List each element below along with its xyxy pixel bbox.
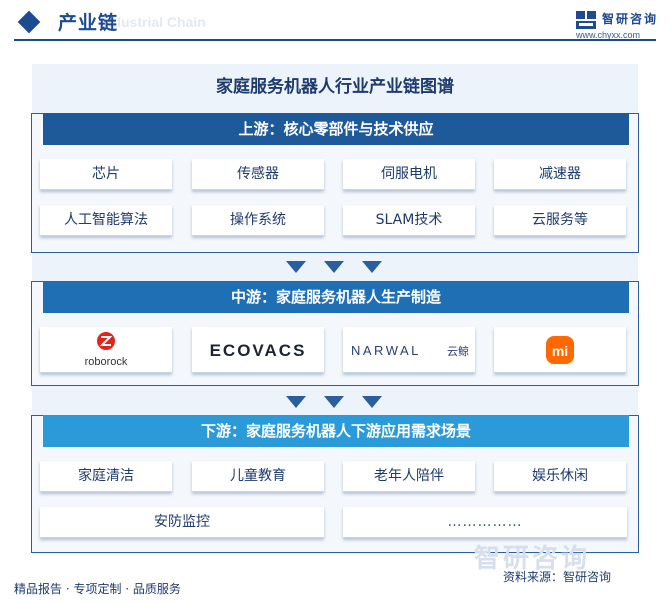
flow-arrow-icon (362, 396, 382, 408)
upstream-item: 伺服电机 (343, 159, 475, 190)
brand-card-roborock: roborock (40, 327, 172, 373)
upstream-item: 云服务等 (494, 205, 626, 236)
downstream-item: 娱乐休闲 (494, 461, 626, 492)
upstream-item: 人工智能算法 (40, 205, 172, 236)
xiaomi-logo: mi (546, 336, 574, 364)
downstream-item: 安防监控 (40, 507, 324, 538)
header-divider (14, 39, 656, 41)
upstream-item: 减速器 (494, 159, 626, 190)
roborock-logo: roborock (85, 332, 128, 368)
footer-source: 资料来源：智研咨询 (503, 570, 612, 584)
xiaomi-wordmark: mi (552, 343, 568, 359)
brand-name: 智研咨询 (602, 12, 659, 26)
narwal-cn-wordmark: 云鲸 (447, 344, 469, 358)
downstream-item: 家庭清洁 (40, 461, 172, 492)
downstream-section: 下游：家庭服务机器人下游应用需求场景 家庭清洁 儿童教育 老年人陪伴 娱乐休闲 … (31, 415, 639, 553)
narwal-wordmark: NARWAL (351, 343, 421, 358)
downstream-item: 老年人陪伴 (343, 461, 475, 492)
narwal-logo: NARWAL 云鲸 (351, 343, 469, 358)
flow-arrow-icon (286, 261, 306, 273)
midstream-title: 中游：家庭服务机器人生产制造 (43, 281, 629, 313)
flow-arrow-icon (286, 396, 306, 408)
brand-card-ecovacs: ECOVACS (192, 327, 324, 373)
upstream-title: 上游：核心零部件与技术供应 (43, 113, 629, 145)
panel-title: 家庭服务机器人行业产业链图谱 (216, 77, 454, 97)
midstream-section: 中游：家庭服务机器人生产制造 roborock ECOVACS NARWAL 云… (31, 281, 639, 386)
upstream-item: 操作系统 (192, 205, 324, 236)
footer-slogan: 精品报告 · 专项定制 · 品质服务 (14, 582, 181, 596)
downstream-item: 儿童教育 (192, 461, 324, 492)
downstream-item-more: …………… (343, 507, 627, 538)
page-header: Industrial Chain 产业链 智研咨询 www.chyxx.com (0, 0, 670, 44)
brand-card-xiaomi: mi (494, 327, 626, 373)
brand-card-narwal: NARWAL 云鲸 (343, 327, 475, 373)
upstream-item: 传感器 (192, 159, 324, 190)
ecovacs-logo: ECOVACS (210, 341, 307, 360)
upstream-item: SLAM技术 (343, 205, 475, 236)
diamond-icon (17, 10, 41, 34)
ecovacs-wordmark: ECOVACS (210, 341, 307, 360)
header-title: 产业链 (58, 12, 119, 34)
flow-arrow-icon (362, 261, 382, 273)
chyxx-logo-icon (576, 11, 596, 29)
flow-arrow-icon (324, 261, 344, 273)
flow-arrow-icon (324, 396, 344, 408)
downstream-title: 下游：家庭服务机器人下游应用需求场景 (43, 415, 629, 447)
roborock-wordmark: roborock (85, 356, 128, 368)
upstream-item: 芯片 (40, 159, 172, 190)
upstream-section: 上游：核心零部件与技术供应 芯片 传感器 伺服电机 减速器 人工智能算法 操作系… (31, 113, 639, 253)
